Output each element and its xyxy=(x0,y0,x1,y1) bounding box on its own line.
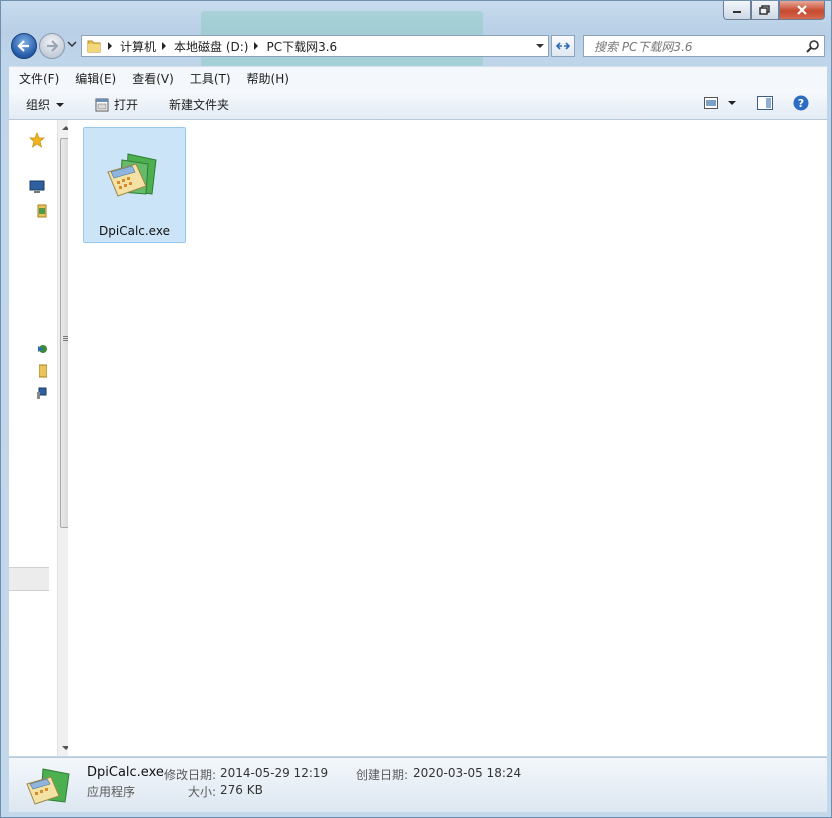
computer-icon[interactable] xyxy=(37,386,47,400)
details-created-label: 创建日期: xyxy=(356,768,409,782)
folder-icon[interactable] xyxy=(39,364,47,378)
help-button[interactable]: ? xyxy=(793,95,809,111)
breadcrumb-item[interactable]: 本地磁盘 (D:) xyxy=(156,38,248,55)
details-file-type: 应用程序 xyxy=(87,785,136,799)
menu-tools[interactable]: 工具(T) xyxy=(180,70,237,87)
details-file-name: DpiCalc.exe xyxy=(87,765,164,780)
navigation-bar: 计算机 本地磁盘 (D:) PC下载网3.6 xyxy=(9,31,827,61)
svg-text:?: ? xyxy=(798,97,804,110)
details-modified-value: 2014-05-29 12:19 xyxy=(220,766,329,780)
refresh-button[interactable] xyxy=(551,35,575,57)
breadcrumb-computer[interactable]: 计算机 xyxy=(120,38,156,55)
forward-button[interactable] xyxy=(39,33,65,59)
help-icon: ? xyxy=(793,95,809,111)
close-icon xyxy=(797,5,807,15)
menu-edit[interactable]: 编辑(E) xyxy=(65,70,122,87)
open-program-icon xyxy=(95,98,109,111)
details-created-value: 2020-03-05 18:24 xyxy=(413,766,522,780)
breadcrumb-item[interactable]: 计算机 xyxy=(102,38,156,55)
chevron-down-icon xyxy=(728,101,736,105)
new-folder-label: 新建文件夹 xyxy=(169,98,230,112)
address-bar[interactable]: 计算机 本地磁盘 (D:) PC下载网3.6 xyxy=(81,35,549,57)
folder-icon xyxy=(87,40,101,53)
libraries-icon[interactable] xyxy=(37,204,47,218)
change-view-button[interactable] xyxy=(704,97,736,109)
network-icon[interactable] xyxy=(37,342,47,356)
calculator-app-icon xyxy=(26,768,70,805)
organize-button[interactable]: 组织 xyxy=(26,96,65,113)
breadcrumb-item[interactable]: PC下载网3.6 xyxy=(248,38,337,55)
menu-help[interactable]: 帮助(H) xyxy=(237,70,295,87)
arrow-left-icon xyxy=(17,40,29,52)
minimize-button[interactable] xyxy=(723,1,751,20)
details-size-label: 大小: xyxy=(188,785,217,799)
desktop-icon[interactable] xyxy=(29,180,45,194)
menu-file[interactable]: 文件(F) xyxy=(9,70,65,87)
search-box[interactable] xyxy=(583,35,825,57)
navigation-pane-divider[interactable] xyxy=(9,567,49,591)
menu-bar: 文件(F) 编辑(E) 查看(V) 工具(T) 帮助(H) xyxy=(9,66,827,89)
preview-pane-button[interactable] xyxy=(757,96,773,110)
breadcrumb-folder[interactable]: PC下载网3.6 xyxy=(266,38,337,55)
search-input[interactable] xyxy=(592,37,796,57)
address-dropdown-icon[interactable] xyxy=(536,44,544,48)
navigation-pane xyxy=(9,120,74,756)
details-modified-label: 修改日期: xyxy=(164,768,217,782)
recent-pages-dropdown-icon[interactable] xyxy=(67,40,77,48)
breadcrumb-separator-icon xyxy=(254,42,259,50)
close-button[interactable] xyxy=(779,1,825,20)
explorer-window: 计算机 本地磁盘 (D:) PC下载网3.6 文件(F) 编辑(E) 查看(V)… xyxy=(0,0,832,818)
maximize-button[interactable] xyxy=(751,1,779,20)
favorites-star-icon[interactable] xyxy=(29,132,45,148)
view-icon xyxy=(704,97,718,109)
search-icon[interactable] xyxy=(806,39,820,53)
open-label: 打开 xyxy=(114,98,139,112)
maximize-icon xyxy=(759,5,770,15)
chevron-down-icon xyxy=(56,102,65,107)
breadcrumb-drive[interactable]: 本地磁盘 (D:) xyxy=(174,38,248,55)
refresh-icon xyxy=(555,42,571,50)
menu-view[interactable]: 查看(V) xyxy=(122,70,180,87)
minimize-icon xyxy=(733,11,741,13)
details-size-value: 276 KB xyxy=(220,783,263,797)
file-list-area[interactable]: DpiCalc.exe xyxy=(68,120,827,756)
new-folder-button[interactable]: 新建文件夹 xyxy=(169,96,229,113)
file-item[interactable]: DpiCalc.exe xyxy=(83,127,186,243)
command-bar: 组织 打开 新建文件夹 ? xyxy=(9,89,827,120)
preview-pane-icon xyxy=(757,96,773,110)
details-pane: DpiCalc.exe 应用程序 修改日期: 2014-05-29 12:19 … xyxy=(9,757,827,812)
organize-label: 组织 xyxy=(26,98,51,112)
caption-buttons xyxy=(723,1,825,21)
open-button[interactable]: 打开 xyxy=(95,96,138,113)
breadcrumb-separator-icon xyxy=(162,42,167,50)
calculator-app-icon xyxy=(107,153,157,197)
file-name: DpiCalc.exe xyxy=(99,224,170,238)
breadcrumb-separator-icon xyxy=(108,42,112,50)
back-button[interactable] xyxy=(11,33,37,59)
arrow-right-icon xyxy=(47,40,59,52)
